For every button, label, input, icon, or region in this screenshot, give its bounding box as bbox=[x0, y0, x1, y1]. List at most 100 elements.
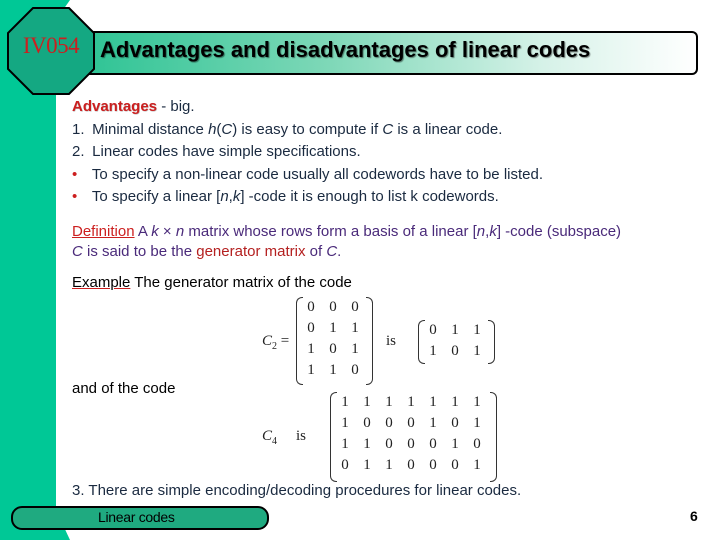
list-item: 2. Linear codes have simple specificatio… bbox=[72, 141, 712, 164]
item-text: To specify a non-linear code usually all… bbox=[91, 165, 543, 183]
matrix-table: 011101 bbox=[422, 320, 488, 362]
matrix-cell: 1 bbox=[473, 415, 481, 431]
times-symbol: × bbox=[158, 223, 176, 240]
matrix-cell: 0 bbox=[329, 299, 337, 315]
matrix-cell: 1 bbox=[451, 436, 459, 452]
matrix-row: 0110001 bbox=[334, 455, 488, 476]
item-text: To specify a linear [ bbox=[91, 188, 221, 205]
slide-title: Advantages and disadvantages of linear c… bbox=[100, 37, 591, 62]
matrix-cell: 1 bbox=[307, 362, 315, 378]
definition-text: is said to be the bbox=[82, 243, 197, 260]
matrix-table: 1111111100010111000100110001 bbox=[334, 392, 488, 476]
math-var: C bbox=[262, 333, 273, 349]
c2-label: C2 = bbox=[262, 333, 289, 352]
math-var: k bbox=[151, 223, 159, 240]
item-text: ] -code it is enough to list k codewords… bbox=[240, 188, 499, 205]
list-item: • To specify a non-linear code usually a… bbox=[72, 164, 712, 187]
is-word: is bbox=[386, 333, 397, 349]
matrix-cell: 0 bbox=[429, 457, 437, 473]
matrix-cell: 0 bbox=[351, 362, 359, 378]
math-var: n bbox=[476, 223, 486, 240]
matrix-row: 1100010 bbox=[334, 434, 488, 455]
matrix-cell: 0 bbox=[451, 343, 459, 359]
footer-label: Linear codes bbox=[98, 509, 175, 525]
list-marker: 2. bbox=[72, 143, 85, 160]
c4-label: C4 bbox=[262, 428, 277, 447]
definition-text: . bbox=[337, 243, 342, 260]
matrix-cell: 1 bbox=[341, 415, 349, 431]
matrix-row: 1000101 bbox=[334, 413, 488, 434]
matrix-cell: 1 bbox=[363, 436, 371, 452]
equals-sign: = bbox=[277, 333, 290, 349]
matrix-cell: 0 bbox=[429, 322, 437, 338]
matrix-row: 101 bbox=[422, 341, 488, 362]
math-var: C bbox=[326, 243, 338, 260]
matrix-cell: 0 bbox=[407, 415, 415, 431]
item-text: Linear codes have simple specifications. bbox=[92, 143, 361, 160]
matrix-table: 000011101110 bbox=[300, 297, 366, 381]
matrix-cell: 1 bbox=[451, 322, 459, 338]
matrix-cell: 1 bbox=[473, 322, 481, 338]
list-item: 1. Minimal distance h(C) is easy to comp… bbox=[72, 119, 712, 142]
advantages-suffix: - big. bbox=[157, 98, 195, 115]
item-text: is a linear code. bbox=[393, 120, 503, 138]
matrix-cell: 0 bbox=[407, 436, 415, 452]
matrix-cell: 1 bbox=[351, 320, 359, 336]
matrix-cell: 1 bbox=[451, 394, 459, 410]
advantage-3-text: 3. There are simple encoding/decoding pr… bbox=[72, 482, 522, 499]
and-of-the-code-text: and of the code bbox=[72, 380, 176, 397]
matrix-cell: 0 bbox=[307, 320, 315, 336]
matrix-row: 1111111 bbox=[334, 392, 488, 413]
definition-text: ] -code (subspace) bbox=[496, 223, 622, 240]
math-var: C bbox=[72, 243, 83, 260]
c4-generator-matrix: 1111111100010111000100110001 bbox=[334, 392, 488, 476]
matrix-cell: 0 bbox=[329, 341, 337, 357]
matrix-cell: 1 bbox=[363, 457, 371, 473]
matrix-cell: 1 bbox=[429, 343, 437, 359]
math-var: C bbox=[262, 428, 273, 444]
course-code: IV054 bbox=[22, 33, 80, 58]
matrix-cell: 1 bbox=[407, 394, 415, 410]
math-subscript: 4 bbox=[272, 436, 278, 447]
bullet-icon: • bbox=[72, 165, 78, 183]
right-brace-icon bbox=[488, 320, 495, 364]
matrix-row: 101 bbox=[300, 339, 366, 360]
definition-line-2: C is said to be the generator matrix of … bbox=[72, 242, 621, 262]
right-brace-icon bbox=[366, 297, 373, 385]
is-word: is bbox=[296, 428, 307, 444]
matrix-cell: 0 bbox=[385, 436, 393, 452]
matrix-cell: 1 bbox=[473, 394, 481, 410]
list-item: • To specify a linear [n,k] -code it is … bbox=[72, 186, 712, 209]
c2-generator-matrix: 011101 bbox=[422, 320, 488, 362]
list-marker: 1. bbox=[72, 120, 85, 138]
definition-text: matrix whose rows form a basis of a line… bbox=[184, 223, 477, 240]
matrix-row: 011 bbox=[300, 318, 366, 339]
matrix-cell: 1 bbox=[385, 457, 393, 473]
math-var: C bbox=[221, 120, 233, 138]
matrix-cell: 1 bbox=[341, 436, 349, 452]
matrix-cell: 1 bbox=[329, 362, 337, 378]
matrix-row: 000 bbox=[300, 297, 366, 318]
matrix-cell: 0 bbox=[363, 415, 371, 431]
definition-block: Definition A k × n matrix whose rows for… bbox=[72, 222, 621, 262]
example-label: Example bbox=[72, 274, 131, 291]
advantages-section: Advantages - big. 1. Minimal distance h(… bbox=[72, 96, 712, 209]
matrix-cell: 0 bbox=[385, 415, 393, 431]
matrix-cell: 1 bbox=[307, 341, 315, 357]
matrix-cell: 1 bbox=[473, 343, 481, 359]
matrix-cell: 1 bbox=[341, 394, 349, 410]
math-var: k bbox=[489, 223, 497, 240]
matrix-cell: 1 bbox=[329, 320, 337, 336]
example-text: The generator matrix of the code bbox=[130, 274, 352, 291]
generator-matrix-term: generator matrix bbox=[196, 243, 306, 260]
definition-line-1: Definition A k × n matrix whose rows for… bbox=[72, 222, 621, 242]
advantages-label: Advantages bbox=[72, 98, 158, 115]
matrix-cell: 0 bbox=[307, 299, 315, 315]
matrix-cell: 1 bbox=[363, 394, 371, 410]
matrix-cell: 0 bbox=[341, 457, 349, 473]
math-var: n bbox=[175, 223, 185, 240]
item-text: Minimal distance bbox=[92, 120, 209, 138]
matrix-cell: 0 bbox=[451, 415, 459, 431]
matrix-cell: 0 bbox=[473, 436, 481, 452]
matrix-cell: 0 bbox=[429, 436, 437, 452]
